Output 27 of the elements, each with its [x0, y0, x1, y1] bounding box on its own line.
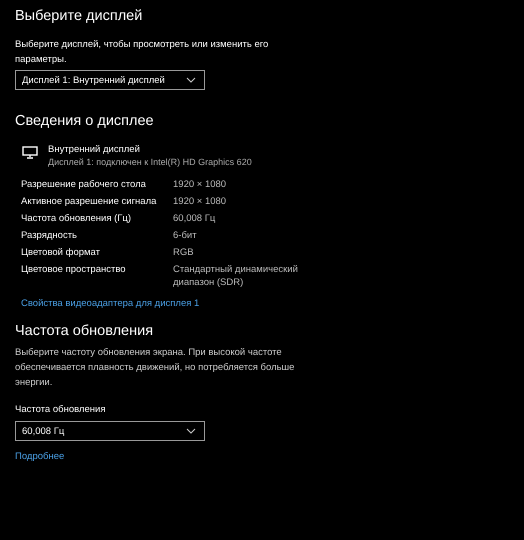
info-value: 1920 × 1080: [173, 195, 228, 208]
info-label: Разрешение рабочего стола: [21, 178, 147, 191]
info-value: Стандартный динамический диапазон (SDR): [173, 263, 299, 289]
section-title: Частота обновления: [15, 323, 154, 339]
description: Выберите частоту обновления экрана. При высокой частоте обеспечивается плавность движений, но потребляется больше энергии.: [15, 346, 296, 390]
info-label: Цветовое пространство: [21, 263, 127, 277]
info-label: Цветовой формат: [21, 246, 101, 259]
info-label: Частота обновления (Гц): [21, 212, 132, 225]
info-value: 60,008 Гц: [173, 212, 216, 225]
section-title: Выберите дисплей: [15, 8, 142, 24]
info-value: RGB: [173, 246, 195, 259]
chevron-down-icon: [186, 77, 196, 83]
info-label: Активное разрешение сигнала: [21, 195, 158, 208]
info-value: 6-бит: [173, 229, 198, 242]
display-dropdown[interactable]: Дисплей 1: Внутренний дисплей: [15, 70, 205, 90]
info-label: Разрядность: [21, 229, 78, 242]
refresh-rate-dropdown[interactable]: 60,008 Гц: [15, 421, 205, 441]
description: Выберите дисплей, чтобы просмотреть или изменить его параметры.: [15, 38, 270, 67]
chevron-down-icon: [186, 428, 196, 434]
info-value: 1920 × 1080: [173, 178, 228, 191]
section-title: Сведения о дисплее: [15, 113, 154, 129]
monitor-icon: [22, 146, 38, 159]
adapter-properties-link[interactable]: Свойства видеоадаптера для дисплея 1: [21, 298, 200, 309]
display-subtitle: Дисплей 1: подключен к Intel(R) HD Graphics 620: [48, 156, 252, 169]
learn-more-link[interactable]: Подробнее: [15, 451, 64, 462]
display-name: Внутренний дисплей: [48, 143, 141, 156]
field-label: Частота обновления: [15, 404, 106, 415]
